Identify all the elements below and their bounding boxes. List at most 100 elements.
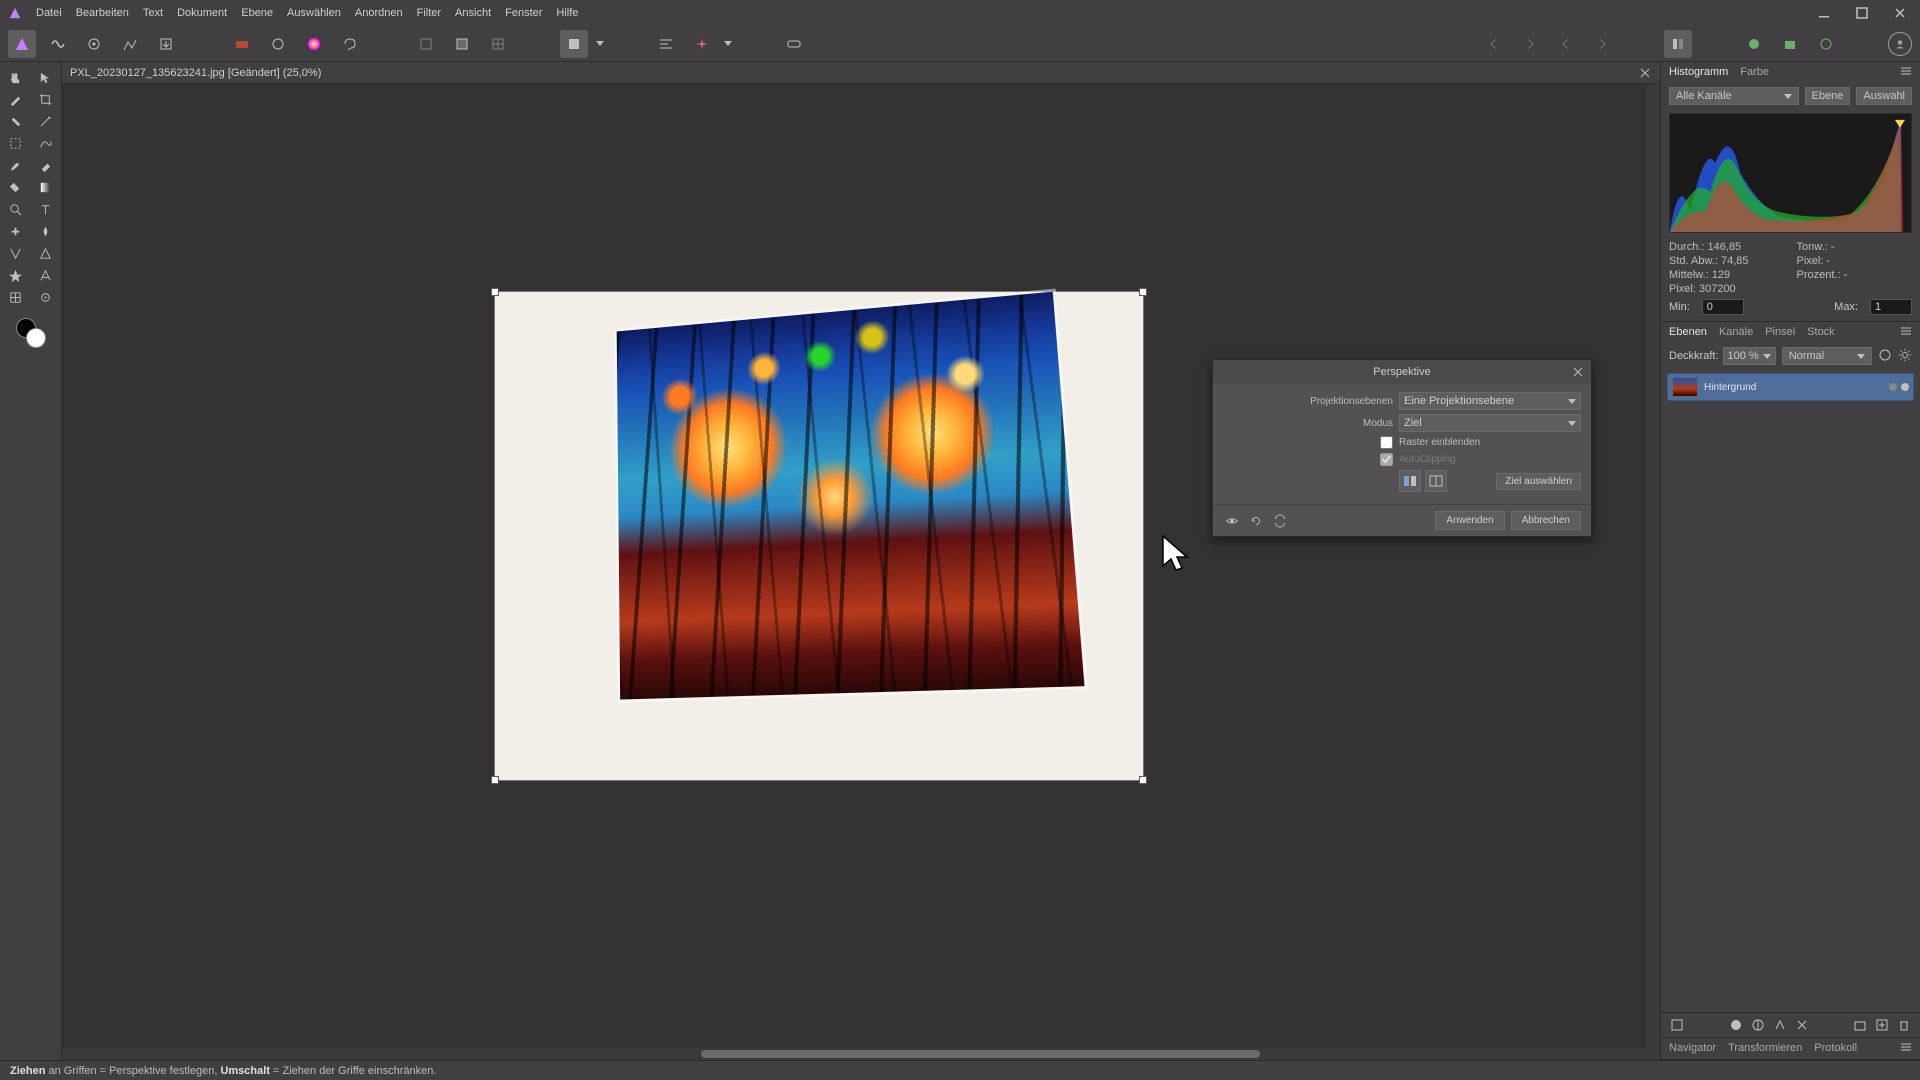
- menu-ebene[interactable]: Ebene: [241, 7, 273, 19]
- canvas-scrollbar-horizontal[interactable]: [62, 1048, 1660, 1060]
- marquee-tool-icon[interactable]: [2, 132, 30, 154]
- menu-bearbeiten[interactable]: Bearbeiten: [76, 7, 129, 19]
- preview-eye-icon[interactable]: [1223, 512, 1241, 530]
- raster-checkbox[interactable]: [1380, 436, 1393, 449]
- chevron-down-icon[interactable]: [724, 41, 732, 46]
- pen-tool-icon[interactable]: [2, 88, 30, 110]
- history-next2-icon[interactable]: [1588, 30, 1616, 58]
- eraser-tool-icon[interactable]: [32, 154, 60, 176]
- reset-icon[interactable]: [1247, 512, 1265, 530]
- account-icon[interactable]: [1888, 32, 1912, 56]
- persona-develop-icon[interactable]: [80, 30, 108, 58]
- fx-icon[interactable]: [1878, 348, 1892, 365]
- tab-color[interactable]: Farbe: [1740, 66, 1769, 79]
- live-filter-icon[interactable]: [1794, 1017, 1810, 1033]
- lock-icon[interactable]: [1889, 383, 1897, 391]
- scope-auswahl-button[interactable]: Auswahl: [1856, 87, 1912, 105]
- layers-menu-icon[interactable]: [1900, 326, 1912, 339]
- panel-menu-icon[interactable]: [1900, 66, 1912, 79]
- sparkle-icon[interactable]: [688, 30, 716, 58]
- crop-tool-icon[interactable]: [32, 88, 60, 110]
- menu-auswaehlen[interactable]: Auswählen: [287, 7, 341, 19]
- cloud2-icon[interactable]: [1776, 30, 1804, 58]
- mesh-tool-icon[interactable]: [2, 286, 30, 308]
- color-wheel-icon[interactable]: [300, 30, 328, 58]
- menu-fenster[interactable]: Fenster: [505, 7, 542, 19]
- tab-transform[interactable]: Transformieren: [1728, 1042, 1802, 1055]
- tab-layers[interactable]: Ebenen: [1669, 326, 1707, 339]
- tab-close-icon[interactable]: [1638, 66, 1652, 80]
- channel-select[interactable]: Alle Kanäle: [1669, 87, 1799, 105]
- canvas-scrollbar-vertical[interactable]: [1646, 84, 1660, 1048]
- history-prev-icon[interactable]: [1480, 30, 1508, 58]
- window-minimize-button[interactable]: [1812, 4, 1836, 22]
- history-next-icon[interactable]: [1516, 30, 1544, 58]
- layer-item[interactable]: Hintergrund: [1667, 373, 1914, 401]
- dialog-title[interactable]: Perspektive: [1213, 360, 1591, 384]
- grid-small-icon[interactable]: [412, 30, 440, 58]
- persona-liquify-icon[interactable]: [44, 30, 72, 58]
- grid-large-icon[interactable]: [484, 30, 512, 58]
- scope-ebene-button[interactable]: Ebene: [1805, 87, 1851, 105]
- history-prev2-icon[interactable]: [1552, 30, 1580, 58]
- heal-tool-icon[interactable]: [2, 220, 30, 242]
- zoom-tool-icon[interactable]: [2, 198, 30, 220]
- bottom-panel-menu-icon[interactable]: [1900, 1042, 1912, 1055]
- cloud-icon[interactable]: [1740, 30, 1768, 58]
- hand-tool-icon[interactable]: [2, 66, 30, 88]
- menu-text[interactable]: Text: [143, 7, 163, 19]
- apply-button[interactable]: Anwenden: [1435, 511, 1504, 530]
- before-after-icon[interactable]: [1399, 470, 1421, 492]
- document-tab[interactable]: PXL_20230127_135623241.jpg [Geändert] (2…: [70, 67, 321, 79]
- persona-photo-icon[interactable]: [8, 30, 36, 58]
- artistic-text-icon[interactable]: [32, 264, 60, 286]
- visibility-toggle[interactable]: [1901, 383, 1909, 391]
- shape-tool-icon[interactable]: [32, 242, 60, 264]
- wand-tool-icon[interactable]: [32, 110, 60, 132]
- raw-icon[interactable]: [228, 30, 256, 58]
- arrange-icon[interactable]: [1664, 30, 1692, 58]
- brush-tool-icon[interactable]: [2, 154, 30, 176]
- mask-icon[interactable]: [1728, 1017, 1744, 1033]
- document-frame[interactable]: [494, 291, 1144, 781]
- max-input[interactable]: [1870, 299, 1912, 315]
- add-layer-icon[interactable]: [1874, 1017, 1890, 1033]
- lasso-icon[interactable]: [336, 30, 364, 58]
- menu-filter[interactable]: Filter: [417, 7, 441, 19]
- blend-mode-select[interactable]: Normal: [1782, 347, 1872, 365]
- gear-icon[interactable]: [1898, 348, 1912, 365]
- tab-history[interactable]: Protokoll: [1814, 1042, 1857, 1055]
- menu-hilfe[interactable]: Hilfe: [556, 7, 578, 19]
- menu-ansicht[interactable]: Ansicht: [455, 7, 491, 19]
- tab-histogram[interactable]: Histogramm: [1669, 66, 1728, 79]
- adjustment-icon[interactable]: [1750, 1017, 1766, 1033]
- window-maximize-button[interactable]: [1850, 4, 1874, 22]
- star-tool-icon[interactable]: [2, 264, 30, 286]
- grid-med-icon[interactable]: [448, 30, 476, 58]
- eyedropper-tool-icon[interactable]: [32, 286, 60, 308]
- persona-tone-icon[interactable]: [116, 30, 144, 58]
- blur-tool-icon[interactable]: [32, 220, 60, 242]
- delete-layer-icon[interactable]: [1896, 1017, 1912, 1033]
- target-select-button[interactable]: Ziel auswählen: [1496, 473, 1581, 490]
- menu-dokument[interactable]: Dokument: [177, 7, 227, 19]
- opacity-input[interactable]: 100 %: [1723, 347, 1776, 365]
- node-tool-icon[interactable]: [2, 242, 30, 264]
- text-tool-icon[interactable]: [32, 198, 60, 220]
- persona-export-icon[interactable]: [152, 30, 180, 58]
- projection-select[interactable]: Eine Projektionsebene: [1399, 392, 1581, 410]
- menu-anordnen[interactable]: Anordnen: [355, 7, 403, 19]
- circle-icon[interactable]: [264, 30, 292, 58]
- fill-tool-icon[interactable]: [2, 176, 30, 198]
- chevron-down-icon[interactable]: [596, 41, 604, 46]
- dialog-close-icon[interactable]: [1571, 365, 1585, 379]
- min-input[interactable]: [1702, 299, 1744, 315]
- clone-tool-icon[interactable]: [2, 110, 30, 132]
- align-icon[interactable]: [652, 30, 680, 58]
- tab-brush[interactable]: Pinsel: [1765, 326, 1795, 339]
- cloud3-icon[interactable]: [1812, 30, 1840, 58]
- sync-icon[interactable]: [1271, 512, 1289, 530]
- tab-navigator[interactable]: Navigator: [1669, 1042, 1716, 1055]
- layer-style-icon[interactable]: [1669, 1017, 1685, 1033]
- canvas[interactable]: Perspektive Projektionsebenen Eine Proje…: [62, 84, 1646, 1048]
